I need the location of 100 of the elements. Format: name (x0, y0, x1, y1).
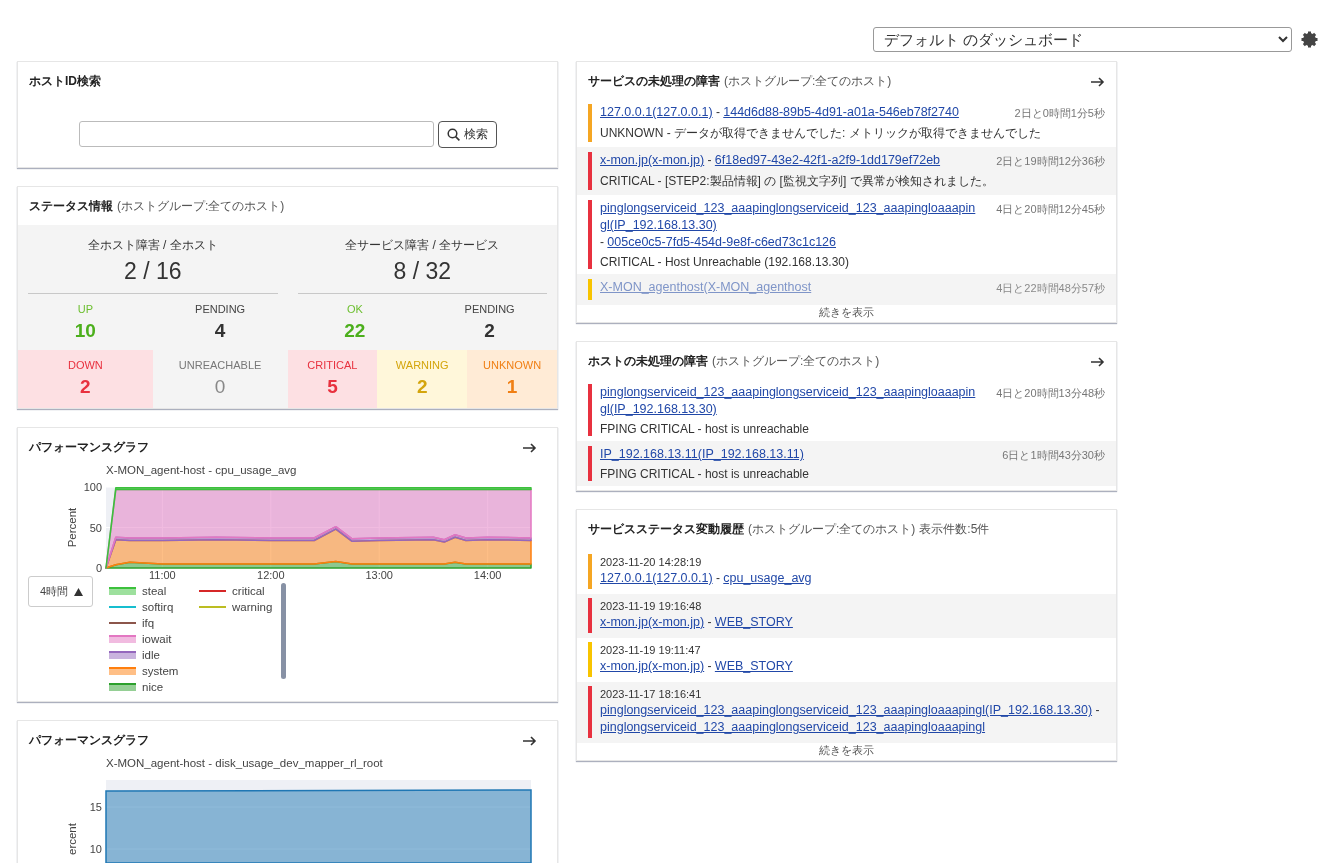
card-scope: (ホストグループ:全てのホスト) (117, 198, 285, 215)
search-button[interactable]: 検索 (437, 121, 497, 148)
legend-item[interactable]: ifq (109, 615, 188, 631)
status-label: WARNING (395, 359, 449, 371)
legend-swatch-icon (199, 587, 227, 595)
axis-tick-label: 13:00 (365, 569, 393, 581)
card-title: パフォーマンスグラフ (29, 439, 149, 456)
axis-title: ercent (66, 823, 78, 855)
duration-text: 4日と20時間13分48秒 (995, 386, 1105, 401)
legend-item[interactable]: iowait (109, 631, 188, 647)
stat-total: 2 / 16 (122, 258, 183, 285)
host-link[interactable]: x-mon.jp(x-mon.jp) (600, 152, 705, 169)
status-count: 2 (484, 320, 495, 342)
dashboard-select[interactable]: デフォルト のダッシュボード (873, 27, 1292, 52)
legend-item[interactable]: critical (199, 583, 281, 599)
problem-message: FPING CRITICAL - host is unreachable (600, 422, 810, 436)
dash-separator: - (706, 659, 713, 673)
duration-text: 4日と20時間12分45秒 (995, 202, 1105, 217)
timestamp: 2023-11-20 14:28:19 (600, 556, 703, 568)
axis-tick-label: 12:00 (257, 569, 285, 581)
legend-item[interactable]: softirq (109, 599, 188, 615)
status-label: DOWN (67, 359, 103, 371)
legend-swatch-icon (109, 587, 136, 595)
host-link[interactable]: x-mon.jp(x-mon.jp) (600, 658, 705, 675)
settings-icon[interactable] (1301, 31, 1318, 48)
legend-swatch-icon (109, 635, 136, 643)
host-link[interactable]: pinglongserviceid_123_aaapinglongserviceid_123_aaapingloaaapingl(IP_192.168.13.30) (600, 200, 979, 234)
duration-text: 2日と0時間1分5秒 (1013, 106, 1105, 121)
service-link[interactable]: 144d6d88-89b5-4d91-a01a-546eb78f2740 (723, 104, 959, 121)
service-link[interactable]: 005ce0c5-7fd5-454d-9e8f-c6ed73c1c126 (607, 234, 836, 251)
host-link[interactable]: pinglongserviceid_123_aaapinglongserviceid_123_aaapingloaaapingl(IP_192.168.13.30) (600, 702, 1093, 719)
item-count: 表示件数:5件 (919, 521, 990, 538)
host-link[interactable]: 127.0.0.1(127.0.0.1) (600, 104, 713, 121)
status-label: UP (77, 303, 93, 315)
status-count: 1 (506, 376, 518, 398)
host-link[interactable]: 127.0.0.1(127.0.0.1) (600, 570, 713, 587)
timestamp: 2023-11-19 19:11:47 (600, 644, 702, 656)
legend-swatch-icon (109, 603, 136, 611)
host-link[interactable]: IP_192.168.13.11(IP_192.168.13.11) (600, 446, 804, 463)
scrollbar[interactable] (281, 583, 286, 679)
service-link[interactable]: WEB_STORY (714, 658, 793, 675)
arrow-icon[interactable] (1091, 76, 1105, 87)
status-label: OK (346, 303, 363, 315)
service-link[interactable]: cpu_usage_avg (723, 570, 812, 587)
card-scope: (ホストグループ:全てのホスト) (724, 73, 892, 90)
problem-message: CRITICAL - [STEP2:製品情報] の [監視文字列] で異常が検知されました。 (600, 173, 995, 190)
status-label: UNKNOWN (483, 359, 542, 371)
problem-message: UNKNOWN - データが取得できませんでした: メトリックが取得できませんでした (600, 125, 1042, 142)
service-link[interactable]: pinglongserviceid_123_aaapinglongserviceid_123_aaapingloaaapingl (600, 719, 986, 736)
show-more-link[interactable]: 続きを表示 (577, 305, 1116, 322)
card-title: ホストID検索 (29, 73, 101, 90)
legend-item[interactable]: warning (199, 599, 281, 615)
arrow-icon[interactable] (523, 735, 537, 746)
service-link[interactable]: 6f18ed97-43e2-42f1-a2f9-1dd179ef72eb (714, 152, 941, 169)
duration-text: 4日と22時間48分57秒 (995, 281, 1105, 296)
dash-separator: - (706, 153, 713, 167)
chart-title: X-MON_agent-host - disk_usage_dev_mapper_rl_root (106, 757, 383, 769)
card-title: サービスの未処理の障害 (588, 73, 720, 90)
status-label: UNREACHABLE (178, 359, 262, 371)
dash-separator: - (600, 235, 605, 249)
legend-item[interactable]: nice (109, 679, 188, 695)
host-link[interactable]: x-mon.jp(x-mon.jp) (600, 614, 705, 631)
axis-tick-label: 14:00 (473, 569, 502, 581)
legend-swatch-icon (109, 651, 136, 659)
status-count: 22 (344, 320, 366, 342)
card-scope: (ホストグループ:全てのホスト) (748, 521, 916, 538)
status-label: PENDING (464, 303, 515, 315)
card-title: パフォーマンスグラフ (29, 732, 149, 749)
duration-text: 2日と19時間12分36秒 (995, 154, 1105, 169)
axis-tick-label: 11:00 (149, 569, 176, 581)
stat-total: 8 / 32 (392, 258, 452, 285)
dash-separator: - (706, 615, 713, 629)
caret-icon (74, 587, 83, 596)
axis-tick-label: 50 (89, 521, 102, 534)
axis-tick-label: 10 (89, 843, 102, 855)
search-field[interactable] (78, 121, 434, 147)
status-count: 10 (74, 320, 96, 342)
dash-separator: - (714, 571, 721, 585)
status-count: 2 (416, 376, 428, 398)
legend-item[interactable]: system (109, 663, 188, 679)
legend-item[interactable]: idle (109, 647, 188, 663)
status-count: 2 (80, 376, 91, 398)
dash-separator: - (714, 105, 721, 119)
show-more-link[interactable]: 続きを表示 (577, 743, 1116, 760)
host-link[interactable]: pinglongserviceid_123_aaapinglongserviceid_123_aaapingloaaapingl(IP_192.168.13.30) (600, 384, 979, 418)
service-link[interactable]: WEB_STORY (714, 614, 793, 631)
axis-tick-label: 100 (83, 481, 102, 493)
status-count: 4 (214, 320, 226, 342)
chart-title: X-MON_agent-host - cpu_usage_avg (106, 464, 297, 476)
dash-separator: - (1094, 703, 1100, 717)
axis-title: Percent (66, 507, 78, 548)
arrow-icon[interactable] (1091, 356, 1105, 367)
legend-swatch-icon (109, 619, 136, 627)
card-title: ホストの未処理の障害 (588, 353, 708, 370)
arrow-icon[interactable] (523, 442, 537, 453)
range-dropdown[interactable]: 4時間 (28, 576, 93, 607)
stat-caption: 全サービス障害 / 全サービス (344, 237, 501, 254)
timestamp: 2023-11-17 18:16:41 (600, 688, 703, 700)
legend-swatch-icon (109, 683, 136, 691)
legend-item[interactable]: steal (109, 583, 188, 599)
